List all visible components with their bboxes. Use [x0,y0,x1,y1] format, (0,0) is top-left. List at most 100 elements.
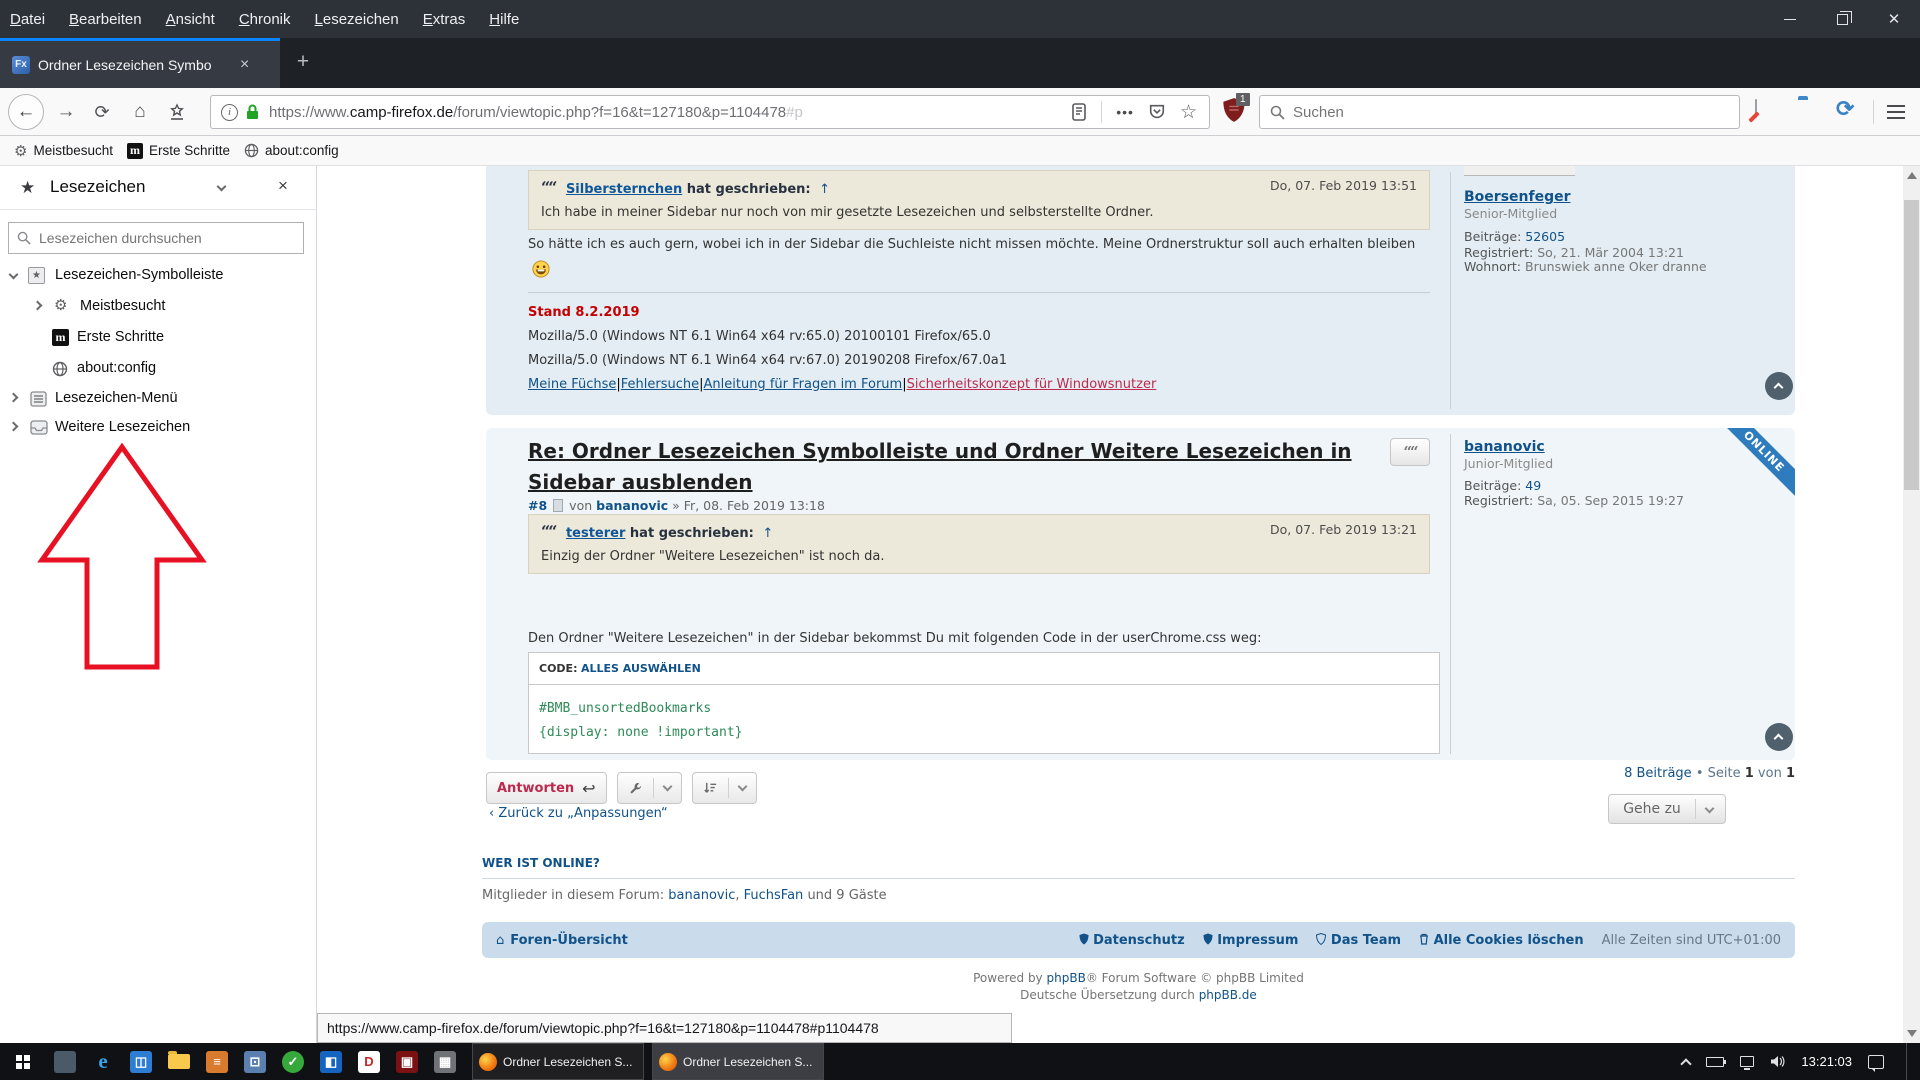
post-count-link[interactable]: 8 Beiträge [1624,766,1692,781]
profile-username-link[interactable]: bananovic [1464,439,1545,455]
bookmark-meistbesucht[interactable]: ⚙Meistbesucht [14,142,113,160]
quote-jump-arrow[interactable]: ↑ [819,182,830,197]
speaker-icon[interactable] [1770,1055,1785,1068]
taskbar-icon-6[interactable]: ⊡ [236,1043,274,1080]
taskbar-icon-edge[interactable]: e [84,1043,122,1080]
page-actions-icon[interactable]: ••• [1116,104,1134,120]
reload-button[interactable]: ⟳ [88,88,116,136]
scrollbar-down-arrow[interactable] [1907,1030,1917,1037]
quote-jump-arrow[interactable]: ↑ [762,526,773,541]
bookmark-star-icon[interactable]: ☆ [1180,101,1197,124]
back-button[interactable]: ← [8,94,44,130]
board-index-link[interactable]: ⌂Foren-Übersicht [496,933,628,948]
minimize-button[interactable] [1764,0,1816,38]
menu-hamburger-icon[interactable] [1887,105,1905,123]
signature-link[interactable]: Anleitung für Fragen im Forum [704,377,903,392]
datenschutz-link[interactable]: Datenschutz [1079,933,1185,948]
scroll-to-top-button[interactable] [1765,372,1793,400]
profile-username-link[interactable]: Boersenfeger [1464,189,1571,205]
battery-icon[interactable] [1706,1057,1724,1067]
menu-datei[interactable]: Datei [10,11,45,28]
topic-tools-button[interactable] [617,772,682,804]
taskbar-window-1[interactable]: Ordner Lesezeichen S... [472,1043,644,1080]
delete-cookies-link[interactable]: Alle Cookies löschen [1419,933,1584,948]
sidebar-search[interactable] [8,222,304,254]
action-center-icon[interactable] [1868,1055,1884,1069]
phpbb-de-link[interactable]: phpBB.de [1199,988,1257,1002]
select-all-link[interactable]: ALLES AUSWÄHLEN [581,662,701,675]
signature-link-red[interactable]: Sicherheitskonzept für Windowsnutzer [907,377,1157,392]
taskbar-icon-5[interactable]: ≡ [198,1043,236,1080]
forward-button[interactable]: → [52,88,80,136]
pocket-icon[interactable] [1148,103,1166,121]
quote-reply-button[interactable]: ““ [1390,438,1430,466]
ublock-button[interactable]: 1 [1222,97,1248,127]
profile-posts-count-link[interactable]: 49 [1525,478,1541,493]
show-desktop-button[interactable] [1906,1043,1910,1080]
chevron-down-icon[interactable] [217,182,227,192]
scrollbar-thumb[interactable] [1904,200,1919,490]
start-button[interactable] [0,1043,46,1080]
taskbar-icon-7[interactable]: ✓ [274,1043,312,1080]
taskbar-icon-3[interactable]: ◫ [122,1043,160,1080]
menu-extras[interactable]: Extras [423,11,466,28]
sync-extension-icon[interactable]: ⟳ [1836,96,1860,120]
network-icon[interactable] [1740,1056,1754,1067]
chevron-down-icon[interactable] [9,270,19,280]
taskbar-icon-explorer[interactable] [160,1043,198,1080]
reply-button[interactable]: Antworten↩ [486,772,607,804]
tree-item-about-config[interactable]: about:config [0,354,300,384]
chevron-right-icon[interactable] [9,422,19,432]
menu-lesezeichen[interactable]: Lesezeichen [315,11,399,28]
phpbb-link[interactable]: phpBB [1047,971,1086,985]
taskbar-window-2[interactable]: Ordner Lesezeichen S... [652,1043,824,1080]
post-author-link[interactable]: bananovic [596,498,668,513]
member-link[interactable]: bananovic [668,888,735,903]
signature-link[interactable]: Fehlersuche [621,377,699,392]
taskbar-icon-8[interactable]: ◧ [312,1043,350,1080]
tab-close-icon[interactable]: × [240,56,249,74]
chevron-right-icon[interactable] [33,301,43,311]
tree-item-erste-schritte[interactable]: m Erste Schritte [0,323,300,353]
sort-button[interactable] [692,772,757,804]
tree-item-lesezeichen-menu[interactable]: Lesezeichen-Menü [0,384,300,414]
post-number[interactable]: #8 [528,498,547,513]
tree-item-meistbesucht[interactable]: ⚙ Meistbesucht [0,292,300,322]
menu-ansicht[interactable]: Ansicht [166,11,215,28]
page-info-icon[interactable]: i [221,104,238,121]
library-button[interactable] [163,88,191,136]
tray-expand-icon[interactable] [1681,1058,1692,1069]
taskbar-icon-1[interactable] [46,1043,84,1080]
bookmark-about-config[interactable]: about:config [244,143,339,158]
taskbar-icon-11[interactable]: ▦ [426,1043,464,1080]
scrollbar-up-arrow[interactable] [1907,172,1917,179]
back-to-forum-link[interactable]: Zurück zu „Anpassungen“ [498,806,667,821]
quote-author-link[interactable]: testerer [566,526,625,541]
taskbar-icon-10[interactable]: ▣ [388,1043,426,1080]
url-bar[interactable]: i https://www.camp-firefox.de/forum/view… [210,95,1210,129]
sidebar-close-button[interactable]: × [278,176,288,196]
impressum-link[interactable]: Impressum [1203,933,1299,948]
vertical-scrollbar[interactable] [1903,166,1920,1043]
scroll-to-top-button[interactable] [1765,723,1793,751]
notes-extension-icon[interactable] [1755,100,1779,124]
reader-mode-icon[interactable] [1071,103,1087,121]
member-link[interactable]: FuchsFan [744,888,804,903]
close-window-button[interactable]: ✕ [1868,0,1920,38]
taskbar-icon-d[interactable]: D [350,1043,388,1080]
tab-active[interactable]: Fx Ordner Lesezeichen Symbo × [0,38,280,88]
folder-extension-icon[interactable] [1798,100,1822,124]
chevron-right-icon[interactable] [9,393,19,403]
new-tab-button[interactable]: + [288,48,318,78]
clock[interactable]: 13:21:03 [1801,1054,1852,1069]
search-input[interactable] [1293,104,1739,121]
post-title-link[interactable]: Re: Ordner Lesezeichen Symbolleiste und … [528,436,1433,498]
bookmark-erste-schritte[interactable]: mErste Schritte [127,143,230,159]
profile-posts-count-link[interactable]: 52605 [1525,229,1565,244]
search-bar[interactable] [1259,95,1740,129]
home-button[interactable]: ⌂ [126,88,154,136]
signature-link[interactable]: Meine Füchse [528,377,616,392]
menu-chronik[interactable]: Chronik [239,11,291,28]
tree-item-symbolleiste[interactable]: ★ Lesezeichen-Symbolleiste [0,261,300,291]
quote-author-link[interactable]: Silbersternchen [566,182,682,197]
